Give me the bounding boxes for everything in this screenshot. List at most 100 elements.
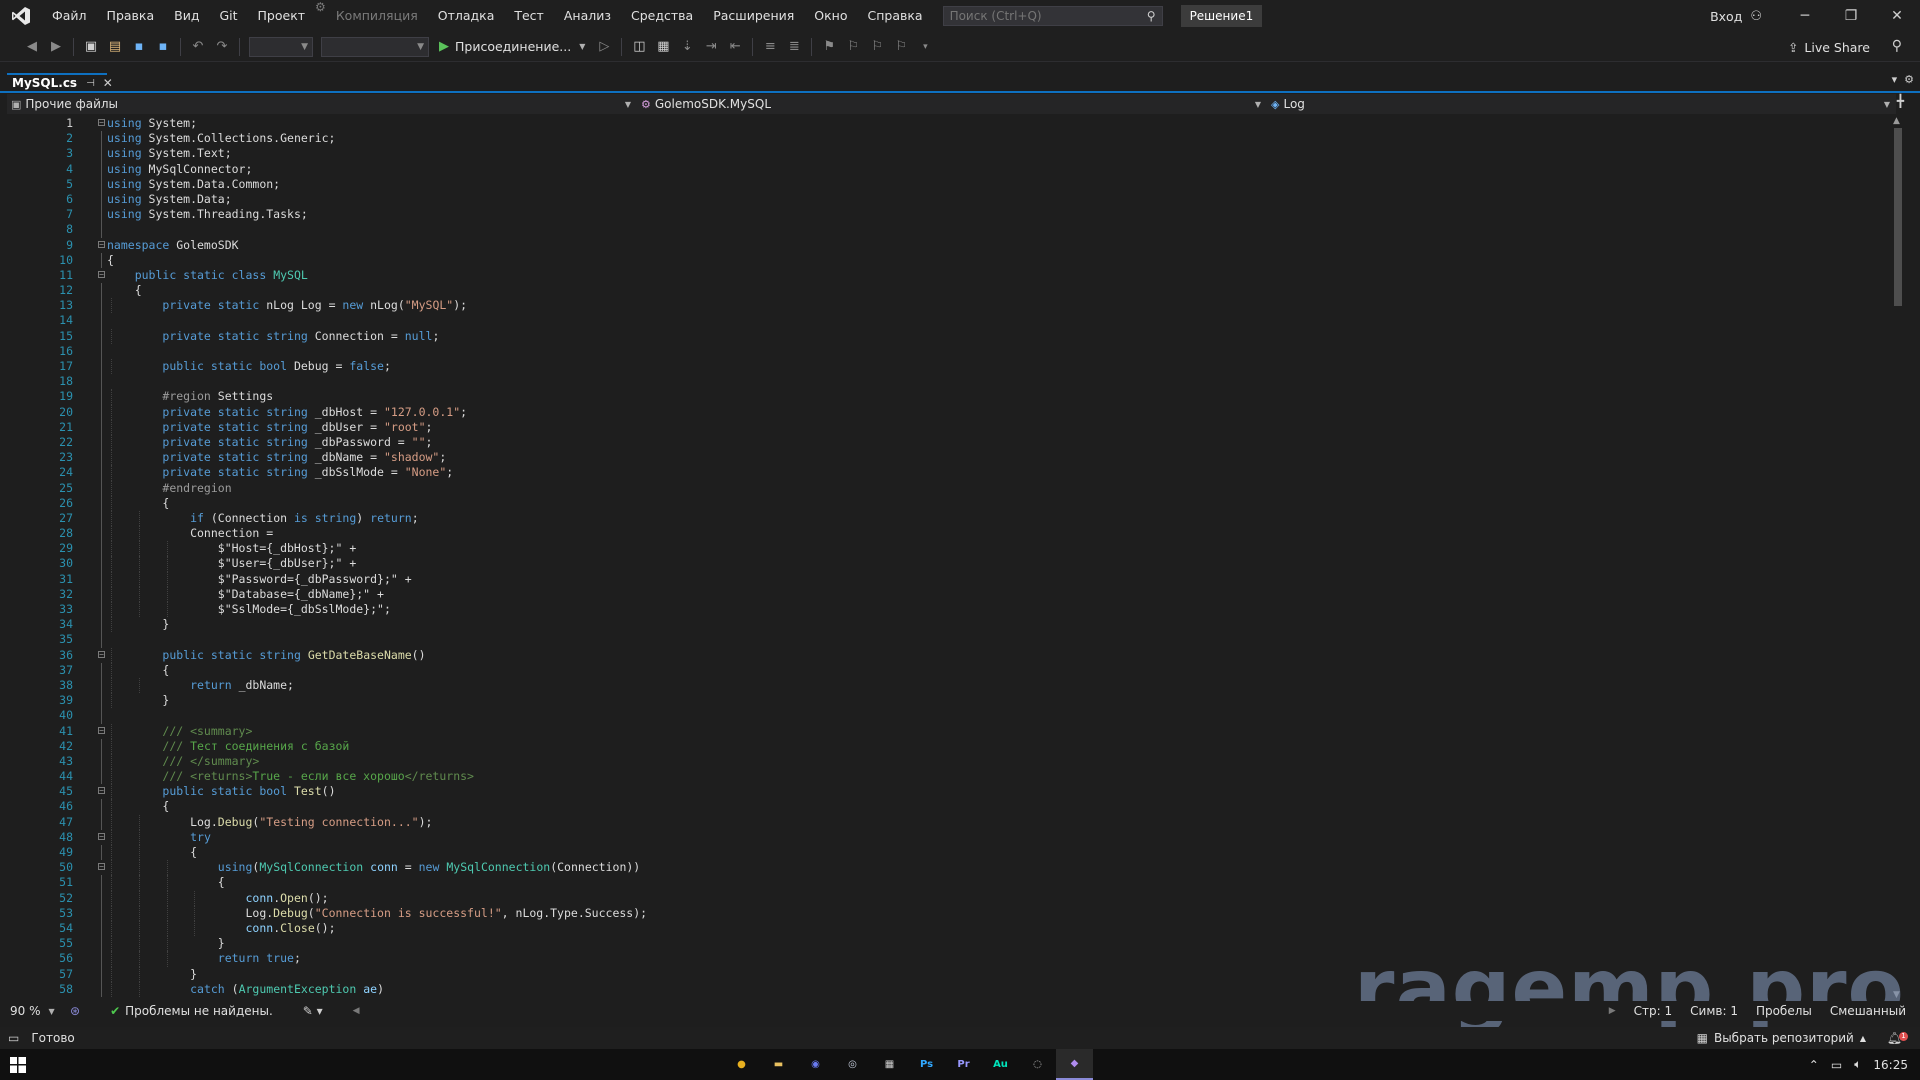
- code-line[interactable]: 22 private static string _dbPassword = "…: [7, 434, 1887, 451]
- collapse-icon[interactable]: −: [98, 726, 105, 734]
- menu-item[interactable]: Правка: [97, 0, 165, 32]
- toolbar-overflow-icon[interactable]: ▾: [914, 36, 936, 58]
- collapse-icon[interactable]: −: [98, 832, 105, 840]
- taskbar-steam-icon[interactable]: ◎: [834, 1049, 871, 1080]
- menu-item[interactable]: Git: [209, 0, 247, 32]
- clock[interactable]: 16:25: [1873, 1058, 1908, 1072]
- save-all-icon[interactable]: ▪: [152, 36, 174, 58]
- code-line[interactable]: 49 {: [7, 845, 1887, 861]
- code-cleanup-icon[interactable]: ✎ ▾: [303, 1004, 323, 1018]
- outdent-icon[interactable]: ⇤: [724, 36, 746, 58]
- pin-icon[interactable]: ⊣: [86, 78, 95, 89]
- search-box[interactable]: ⚲: [942, 6, 1163, 26]
- code-area[interactable]: 1− using System; 2 using System.Collections…: [7, 116, 1887, 997]
- open-file-icon[interactable]: ▤: [104, 36, 126, 58]
- redo-icon[interactable]: ↷: [211, 36, 233, 58]
- code-line[interactable]: 11 − public static class MySQL: [7, 268, 1887, 283]
- column-indicator[interactable]: Симв: 1: [1690, 1004, 1738, 1018]
- menu-item[interactable]: Окно: [804, 0, 857, 32]
- code-line[interactable]: 52 conn.Open();: [7, 890, 1887, 906]
- code-line[interactable]: 44 /// <returns>True - если все хорошо</…: [7, 769, 1887, 785]
- network-icon[interactable]: ▭: [1831, 1058, 1842, 1072]
- code-line[interactable]: 19 #region Settings: [7, 389, 1887, 405]
- code-line[interactable]: 48 − try: [7, 829, 1887, 845]
- code-line[interactable]: 20 private static string _dbHost = "127.…: [7, 404, 1887, 420]
- collapse-icon[interactable]: −: [98, 119, 105, 127]
- code-line[interactable]: 39 }: [7, 693, 1887, 709]
- code-line[interactable]: 17 public static bool Debug = false;: [7, 359, 1887, 375]
- notifications-button[interactable]: 🔔︎ 1: [1887, 1031, 1908, 1045]
- chevron-down-icon[interactable]: ▼: [579, 42, 585, 51]
- code-line[interactable]: 21 private static string _dbUser = "root…: [7, 419, 1887, 435]
- code-editor[interactable]: 1− using System; 2 using System.Collections…: [7, 116, 1896, 1000]
- split-window-icon[interactable]: ╋: [1897, 94, 1904, 108]
- close-tab-icon[interactable]: ✕: [103, 76, 113, 90]
- visual-studio-logo-icon[interactable]: [10, 5, 32, 27]
- code-line[interactable]: 4 using MySqlConnector;: [7, 161, 1887, 177]
- live-share-button[interactable]: ⇪ Live Share: [1788, 32, 1870, 62]
- code-line[interactable]: 34 }: [7, 617, 1887, 633]
- taskbar-premiere-icon[interactable]: Pr: [945, 1049, 982, 1080]
- code-line[interactable]: 43 /// </summary>: [7, 753, 1887, 770]
- minimize-button[interactable]: ─: [1782, 0, 1828, 32]
- line-ending-indicator[interactable]: Смешанный: [1830, 1004, 1906, 1018]
- tray-expand-icon[interactable]: ⌃: [1809, 1058, 1819, 1072]
- select-repository-button[interactable]: ▦ Выбрать репозиторий ▲: [1697, 1031, 1866, 1045]
- menu-item[interactable]: Компиляция: [326, 0, 428, 32]
- code-line[interactable]: 13 private static nLog Log = new nLog("M…: [7, 298, 1887, 314]
- collapse-icon[interactable]: −: [98, 650, 105, 658]
- code-line[interactable]: 53 Log.Debug("Connection is successful!"…: [7, 905, 1887, 921]
- menu-item[interactable]: Проект: [248, 0, 316, 32]
- navigate-forward-icon[interactable]: ▶: [45, 36, 67, 58]
- windows-start-icon[interactable]: [0, 1049, 36, 1080]
- code-line[interactable]: 16: [7, 343, 1887, 359]
- bookmark-next-icon[interactable]: ⚐: [866, 36, 888, 58]
- menu-item[interactable]: Справка: [857, 0, 932, 32]
- save-icon[interactable]: ▪: [128, 36, 150, 58]
- project-dropdown[interactable]: ▣ Прочие файлы ▼: [7, 94, 637, 114]
- code-line[interactable]: 5 using System.Data.Common;: [7, 176, 1887, 192]
- close-window-button[interactable]: ✕: [1874, 0, 1920, 32]
- code-line[interactable]: 33 $"SslMode={_dbSslMode};";: [7, 602, 1887, 618]
- code-line[interactable]: 25 #endregion: [7, 480, 1887, 496]
- feedback-icon[interactable]: ⚲: [1892, 38, 1902, 54]
- volume-icon[interactable]: 🔈︎: [1854, 1057, 1861, 1072]
- code-line[interactable]: 36 − public static string GetDateBaseName…: [7, 647, 1887, 663]
- solution-platform-dropdown[interactable]: ▼: [321, 36, 429, 57]
- search-input[interactable]: [949, 9, 1147, 23]
- code-line[interactable]: 8: [7, 222, 1887, 238]
- code-line[interactable]: 35: [7, 632, 1887, 648]
- restore-button[interactable]: ❐: [1828, 0, 1874, 32]
- code-line[interactable]: 32 $"Database={_dbName};" +: [7, 586, 1887, 602]
- collapse-icon[interactable]: −: [98, 270, 105, 278]
- taskbar-chrome-icon[interactable]: ●: [723, 1049, 760, 1080]
- menu-item[interactable]: Средства: [621, 0, 703, 32]
- code-line[interactable]: 54 conn.Close();: [7, 920, 1887, 937]
- menu-item[interactable]: Расширения: [703, 0, 804, 32]
- problems-indicator[interactable]: ✔ Проблемы не найдены.: [110, 1004, 273, 1018]
- code-line[interactable]: 40: [7, 708, 1887, 724]
- uncomment-icon[interactable]: ≣: [783, 36, 805, 58]
- collapse-icon[interactable]: −: [98, 240, 105, 248]
- bookmark-clear-icon[interactable]: ⚐: [890, 36, 912, 58]
- taskbar-explorer-icon[interactable]: ▬: [760, 1049, 797, 1080]
- scroll-right-icon[interactable]: ▶: [1609, 1006, 1616, 1016]
- code-line[interactable]: 6 using System.Data;: [7, 191, 1887, 208]
- line-indicator[interactable]: Стр: 1: [1634, 1004, 1672, 1018]
- bookmark-icon[interactable]: ⚑: [818, 36, 840, 58]
- scrollbar-thumb[interactable]: [1894, 128, 1902, 306]
- code-line[interactable]: 1 − using System;: [7, 116, 1887, 131]
- code-line[interactable]: 23 private static string _dbName = "shad…: [7, 450, 1887, 466]
- code-line[interactable]: 26 {: [7, 495, 1887, 511]
- taskbar-obs-icon[interactable]: ◌: [1019, 1049, 1056, 1080]
- collapse-icon[interactable]: −: [98, 863, 105, 871]
- code-line[interactable]: 47 Log.Debug("Testing connection...");: [7, 814, 1887, 830]
- code-line[interactable]: 37 {: [7, 662, 1887, 678]
- code-line[interactable]: 15 private static string Connection = nu…: [7, 328, 1887, 344]
- menu-item[interactable]: Файл: [42, 0, 97, 32]
- taskbar-discord-icon[interactable]: ◉: [797, 1049, 834, 1080]
- bookmark-prev-icon[interactable]: ⚐: [842, 36, 864, 58]
- copilot-icon[interactable]: ⊛: [70, 1004, 80, 1018]
- attach-debugger-button[interactable]: ▶ Присоединение... ▼: [439, 39, 585, 54]
- tab-mysql-cs[interactable]: MySQL.cs ⊣ ✕: [7, 73, 113, 91]
